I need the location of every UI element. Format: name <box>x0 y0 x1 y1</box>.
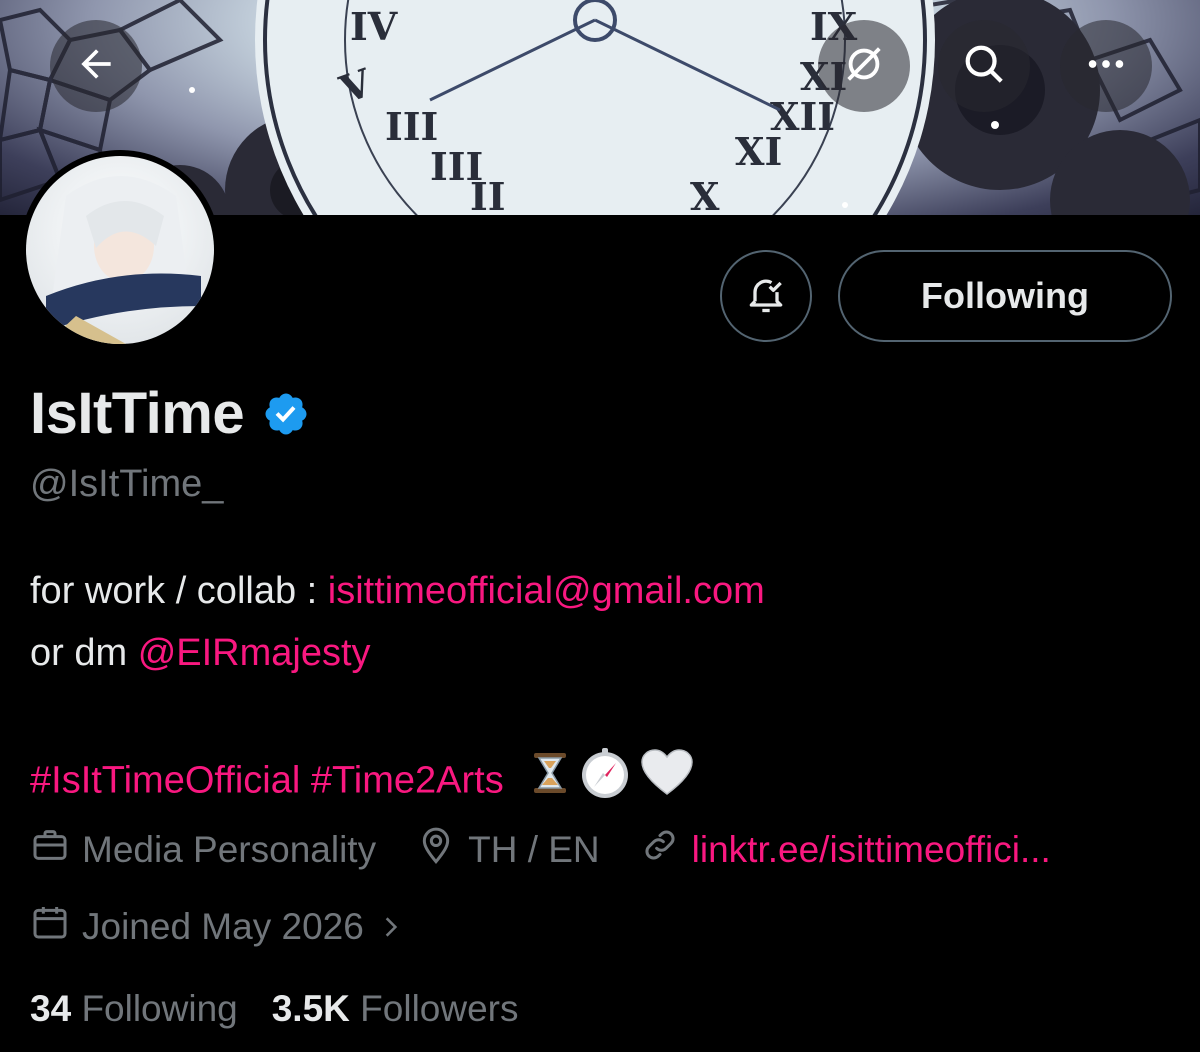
bio-text: for work / collab : <box>30 570 328 612</box>
briefcase-icon <box>30 825 82 874</box>
grok-button[interactable] <box>818 20 910 112</box>
following-count-link[interactable]: 34 Following <box>30 988 238 1030</box>
category-item: Media Personality <box>30 825 376 874</box>
search-button[interactable] <box>938 20 1030 112</box>
following-count: 34 <box>30 988 72 1029</box>
bio-line-work: for work / collab : isittimeofficial@gma… <box>30 560 765 622</box>
following-label: Following <box>81 988 238 1029</box>
svg-text:X: X <box>690 174 720 215</box>
arrow-left-icon <box>74 42 118 91</box>
grok-icon <box>841 41 887 92</box>
more-horizontal-icon <box>1083 41 1129 92</box>
avatar[interactable] <box>20 150 220 350</box>
website-item[interactable]: linktr.ee/isittimeoffici... <box>640 825 1051 874</box>
white-heart-emoji-icon <box>640 748 694 817</box>
profile-meta: Media Personality TH / EN linktr.ee/isit… <box>30 825 1091 874</box>
email-link[interactable]: isittimeofficial@gmail.com <box>328 570 765 612</box>
emoji-group <box>530 746 694 819</box>
hashtag-link[interactable]: #Time2Arts <box>311 760 504 802</box>
notification-bell-check-icon <box>744 272 788 321</box>
svg-text:II: II <box>470 174 506 215</box>
verified-badge-icon[interactable] <box>262 390 310 438</box>
calendar-icon <box>30 902 82 951</box>
avatar-image <box>26 156 214 344</box>
link-icon <box>640 825 692 874</box>
svg-text:XII: XII <box>770 94 835 139</box>
bio-line-hashtags: #IsItTimeOfficial #Time2Arts <box>30 746 765 819</box>
compass-emoji-icon <box>578 746 632 819</box>
handle: @IsItTime_ <box>30 463 224 505</box>
hourglass-emoji-icon <box>530 751 570 814</box>
svg-text:III: III <box>385 104 438 149</box>
bio-text: or dm <box>30 632 138 674</box>
bio-spacer <box>30 684 765 746</box>
location-pin-icon <box>416 825 468 874</box>
mention-link[interactable]: @EIRmajesty <box>138 632 371 674</box>
hashtag-link[interactable]: #IsItTimeOfficial <box>30 760 300 802</box>
name-row: IsItTime <box>30 380 310 447</box>
bio: for work / collab : isittimeofficial@gma… <box>30 560 765 819</box>
category-label: Media Personality <box>82 828 377 870</box>
more-button[interactable] <box>1060 20 1152 112</box>
follow-stats: 34 Following 3.5K Followers <box>30 988 553 1030</box>
joined-label: Joined May 2026 <box>82 905 364 947</box>
location-item: TH / EN <box>416 825 600 874</box>
svg-text:IV: IV <box>350 4 399 49</box>
followers-count-link[interactable]: 3.5K Followers <box>272 988 519 1030</box>
following-button[interactable]: Following <box>838 250 1172 342</box>
website-link[interactable]: linktr.ee/isittimeoffici... <box>692 829 1051 871</box>
bio-line-dm: or dm @EIRmajesty <box>30 622 765 684</box>
joined-date-item[interactable]: Joined May 2026 <box>30 902 416 951</box>
followers-count: 3.5K <box>271 988 350 1029</box>
search-icon <box>961 41 1007 92</box>
display-name: IsItTime <box>30 381 245 446</box>
chevron-right-icon <box>378 914 416 940</box>
location-label: TH / EN <box>468 828 600 870</box>
back-button[interactable] <box>50 20 142 112</box>
notifications-button[interactable] <box>720 250 812 342</box>
followers-label: Followers <box>360 988 519 1029</box>
